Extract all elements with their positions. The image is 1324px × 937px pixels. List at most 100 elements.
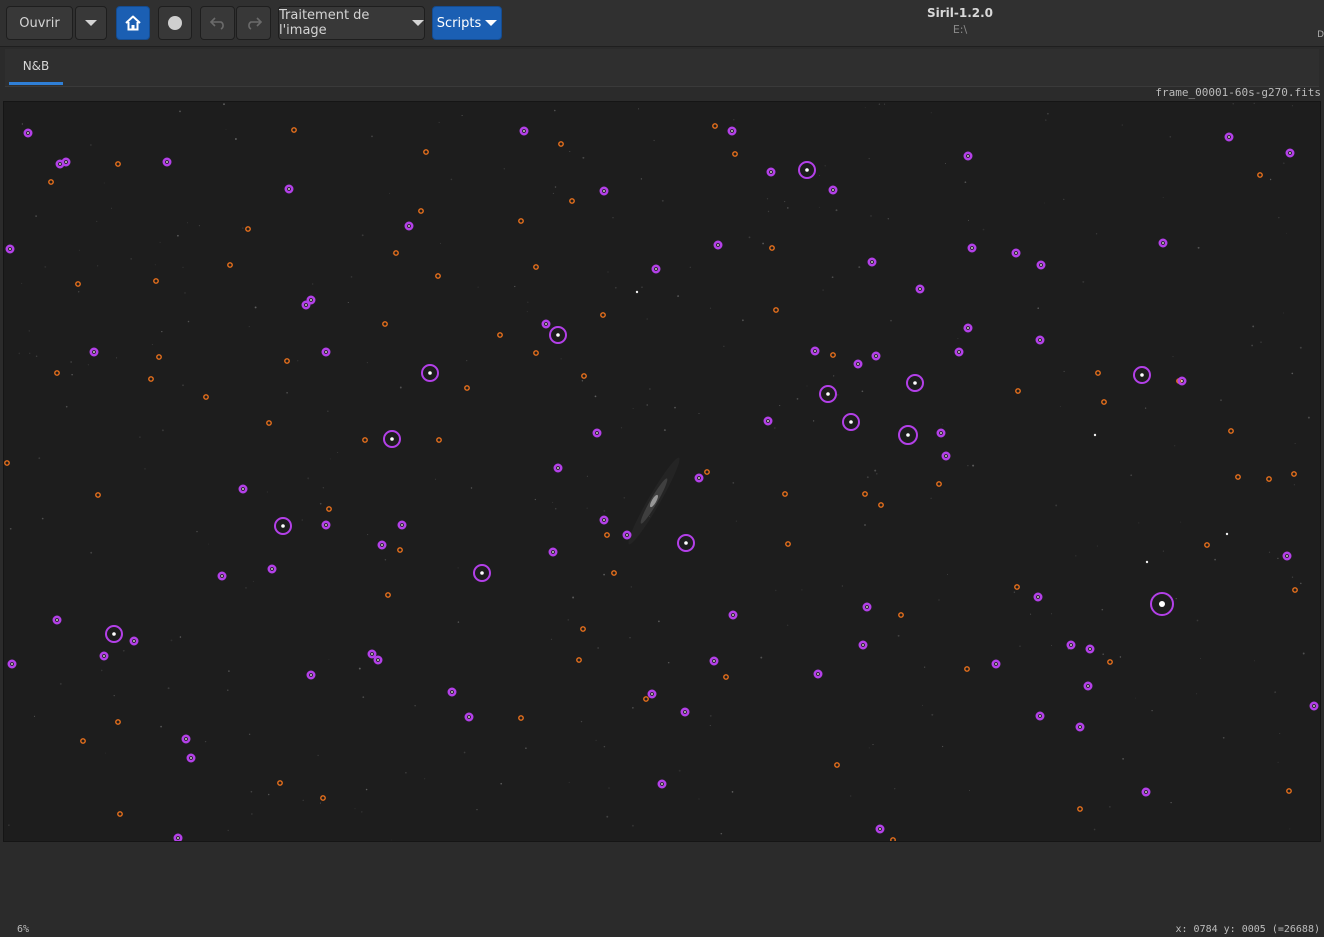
undo-button[interactable] (200, 6, 235, 40)
faint-star (1302, 652, 1305, 655)
tab-mono[interactable]: N&B (9, 49, 63, 85)
faint-star (982, 228, 985, 231)
star-marker-orange (1235, 474, 1241, 480)
faint-star (161, 429, 164, 432)
faint-star (266, 491, 268, 493)
star-marker-orange (203, 394, 209, 400)
faint-star (1291, 105, 1293, 107)
star-marker-purple (519, 126, 529, 136)
star-marker-orange (385, 592, 391, 598)
star-marker-purple (321, 347, 331, 357)
faint-star (735, 520, 737, 522)
faint-star (186, 222, 188, 224)
faint-star (161, 330, 163, 333)
star-marker-orange (581, 373, 587, 379)
faint-star (307, 477, 310, 480)
faint-star (1282, 162, 1285, 165)
record-button[interactable] (158, 6, 192, 40)
star-marker-orange (326, 506, 332, 512)
faint-star (384, 559, 387, 561)
faint-star (514, 285, 516, 288)
star-marker-purple (181, 734, 191, 744)
star-marker-purple (61, 157, 71, 167)
star-marker-purple (549, 326, 567, 344)
faint-star (824, 165, 826, 167)
faint-star (554, 507, 557, 510)
faint-star (1109, 806, 1111, 808)
faint-star (151, 344, 153, 345)
star-marker-orange (611, 570, 617, 576)
redo-button[interactable] (236, 6, 271, 40)
faint-star (560, 358, 562, 360)
star-marker-purple (373, 655, 383, 665)
star-marker-orange (834, 762, 840, 768)
star-marker-orange (393, 250, 399, 256)
tab-bar: N&B (5, 49, 1319, 87)
faint-star (812, 420, 815, 422)
faint-star (594, 395, 597, 398)
faint-star (35, 215, 37, 217)
faint-star (552, 192, 554, 194)
open-button[interactable]: Ouvrir (6, 6, 73, 40)
faint-star (414, 705, 416, 707)
star-marker-purple (1035, 335, 1045, 345)
faint-star (930, 112, 932, 114)
faint-star (1196, 693, 1198, 695)
image-canvas[interactable] (3, 101, 1321, 842)
open-dropdown-button[interactable] (75, 6, 107, 40)
star-marker-orange (423, 149, 429, 155)
faint-star (96, 220, 98, 222)
faint-star (251, 813, 253, 815)
star-marker-orange (830, 352, 836, 358)
faint-star (361, 234, 364, 237)
star-marker-orange (1291, 471, 1297, 477)
faint-star (890, 319, 892, 322)
faint-star (1180, 521, 1182, 523)
faint-star (689, 266, 691, 268)
faint-star (582, 156, 585, 159)
faint-star (1268, 551, 1271, 553)
faint-star (476, 808, 478, 811)
home-button[interactable] (116, 6, 150, 40)
faint-star (111, 207, 112, 209)
faint-star (864, 524, 866, 526)
faint-star (187, 320, 190, 323)
star-marker-orange (117, 811, 123, 817)
star-marker-orange (518, 715, 524, 721)
star-marker-orange (890, 837, 896, 841)
star-marker-orange (397, 547, 403, 553)
star-marker-orange (48, 179, 54, 185)
faint-star (350, 276, 353, 278)
faint-star (470, 487, 473, 489)
faint-star (632, 707, 634, 709)
faint-star (641, 286, 643, 288)
faint-star (113, 694, 115, 697)
faint-star (786, 624, 789, 626)
faint-star (371, 135, 373, 138)
image-processing-label: Traitement de l'image (279, 8, 370, 38)
star-marker-purple (321, 520, 331, 530)
faint-star (254, 306, 257, 309)
faint-star (9, 527, 12, 530)
star-marker-purple (1066, 640, 1076, 650)
faint-star (1274, 691, 1277, 694)
faint-star (208, 543, 209, 545)
faint-star (319, 802, 322, 804)
star-marker-purple (713, 240, 723, 250)
image-processing-menu-button[interactable]: Traitement de l'image (278, 6, 425, 40)
faint-star (649, 388, 651, 390)
faint-star (13, 244, 14, 246)
scripts-menu-button[interactable]: Scripts (432, 6, 502, 40)
faint-star (1278, 216, 1280, 219)
star-marker-purple (447, 687, 457, 697)
faint-star (878, 103, 881, 105)
faint-star (606, 815, 609, 818)
faint-star (144, 468, 146, 470)
faint-star (1055, 504, 1058, 507)
faint-star (568, 781, 570, 783)
bright-star (1093, 433, 1097, 437)
star-marker-orange (1015, 388, 1021, 394)
faint-star (317, 754, 319, 757)
faint-star (646, 318, 648, 320)
star-marker-orange (936, 481, 942, 487)
